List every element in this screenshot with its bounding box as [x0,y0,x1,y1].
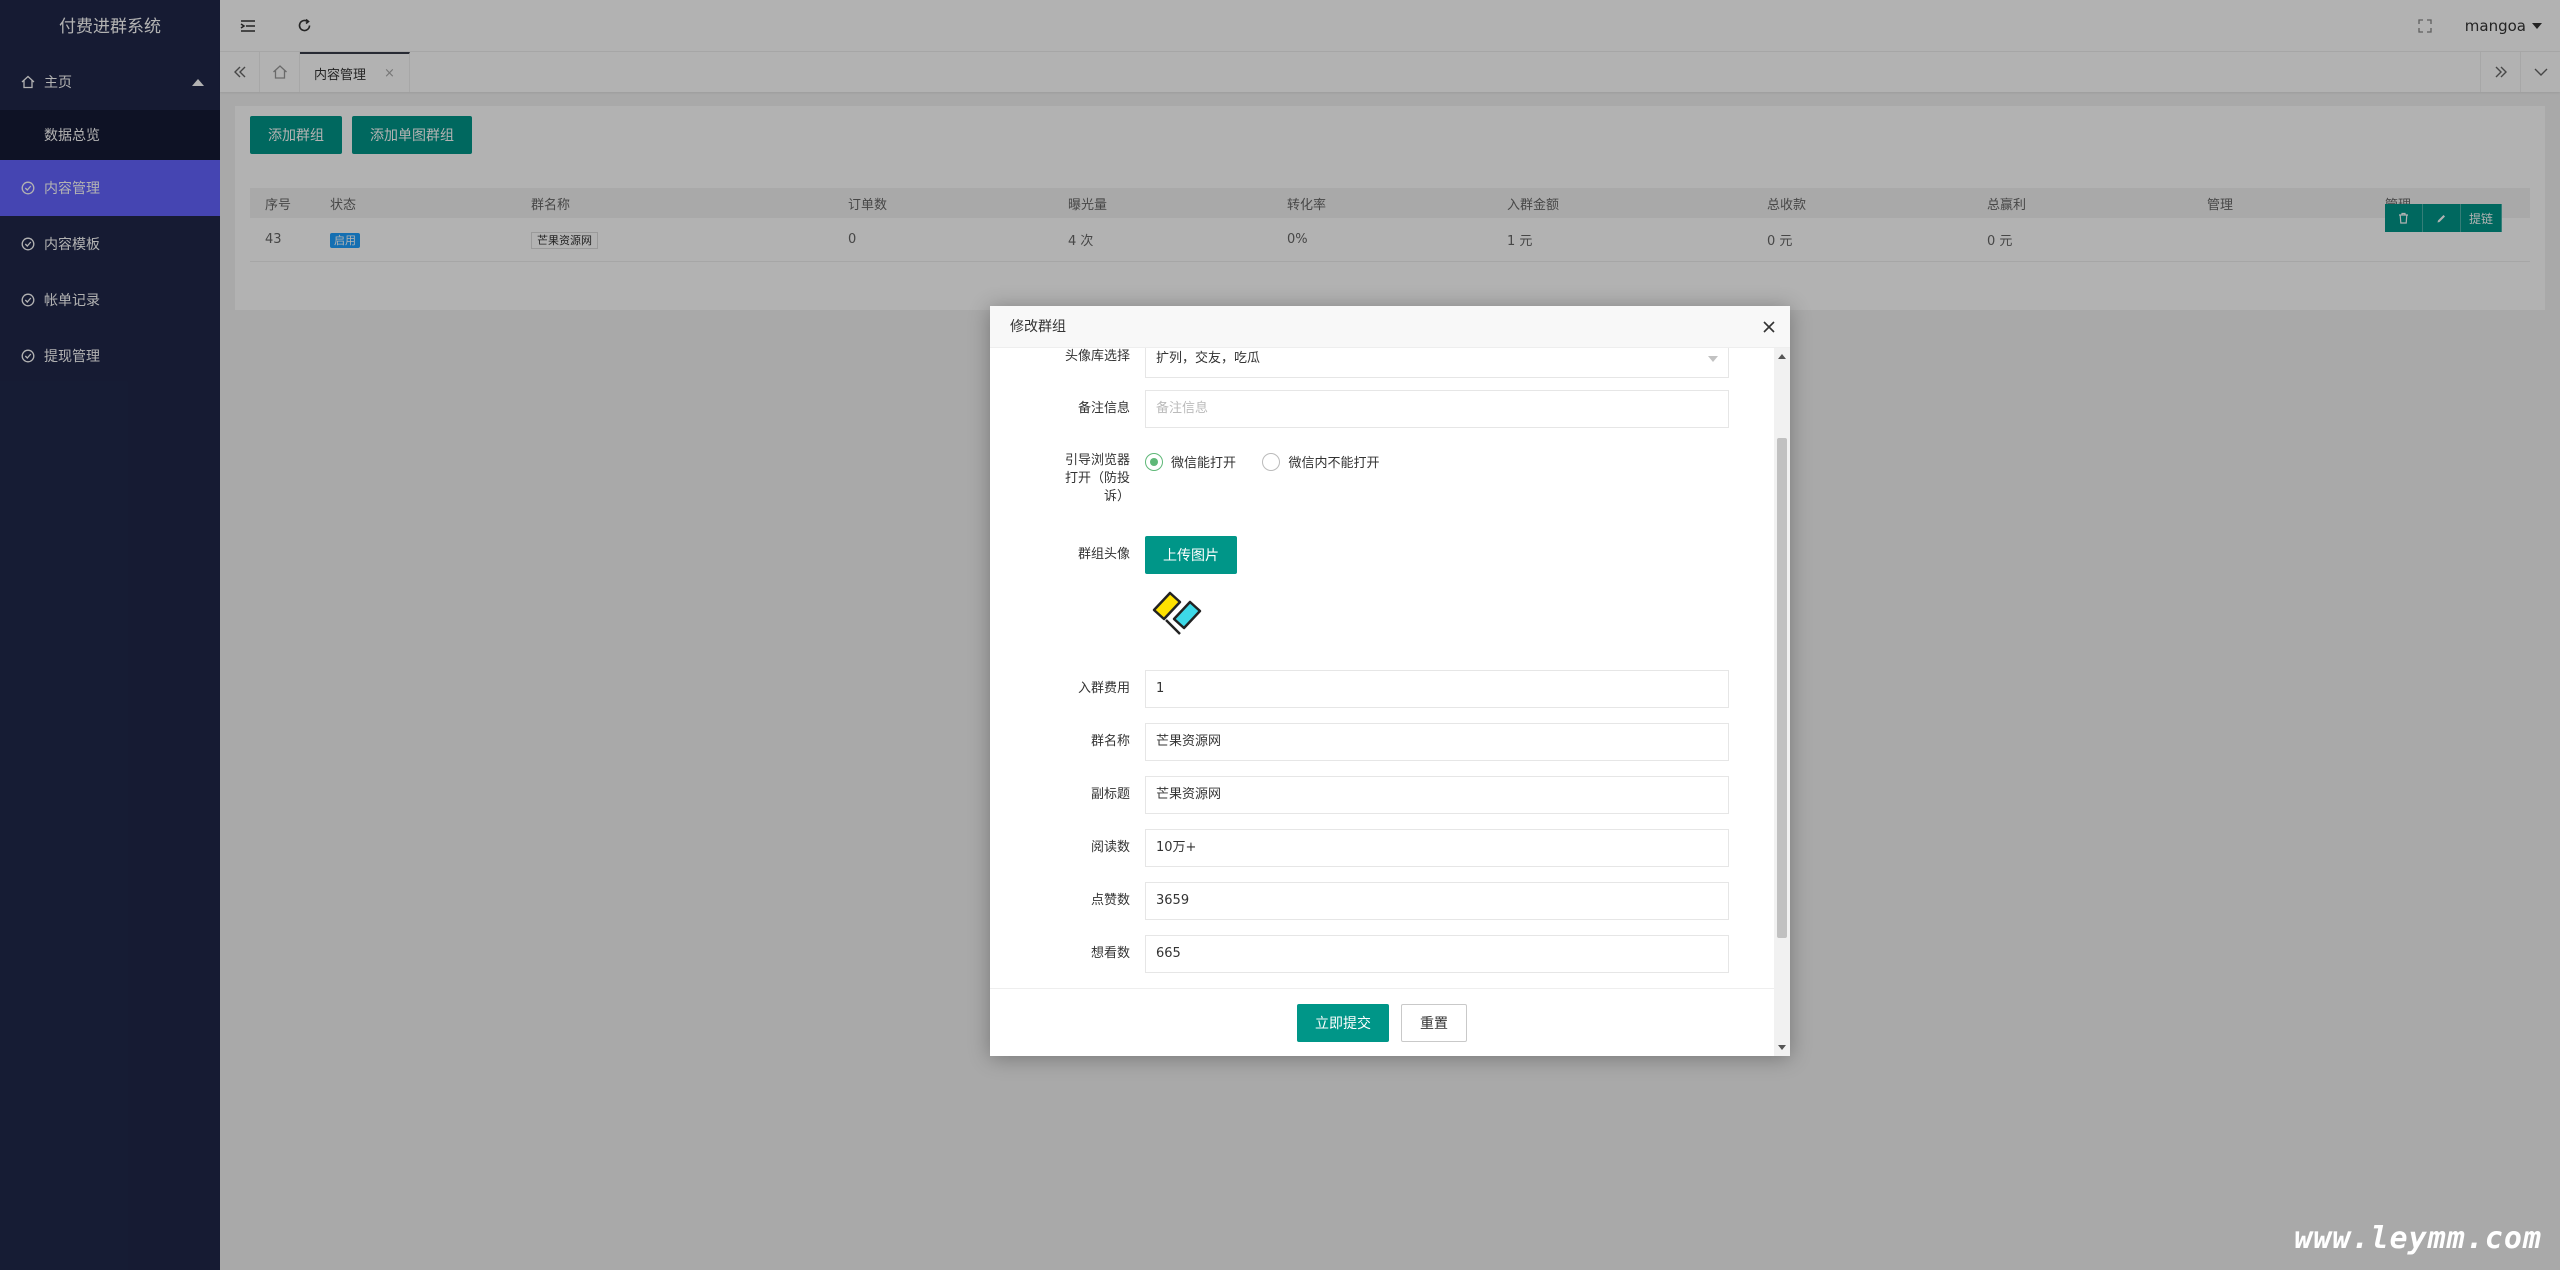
form-row-name: 群名称 芒果资源网 [990,723,1774,761]
modal-form: 头像库选择 扩列，交友，吃瓜 备注信息 备注信息 引导浏览器 打开（防投 诉） … [990,348,1774,988]
avatar-preview-image [1150,590,1204,646]
subtitle-input[interactable]: 芒果资源网 [1145,776,1729,814]
close-icon[interactable] [1762,306,1776,348]
form-row-reads: 阅读数 10万+ [990,829,1774,867]
avatar-lib-select[interactable]: 扩列，交友，吃瓜 [1145,348,1729,378]
edit-group-modal: 修改群组 头像库选择 扩列，交友，吃瓜 备注信息 备注信息 引导浏览器 打开（防… [990,306,1790,1056]
modal-title: 修改群组 [990,306,1790,348]
form-row-guide-browser: 引导浏览器 打开（防投 诉） 微信能打开 微信内不能打开 [990,452,1774,512]
fee-label: 入群费用 [1077,681,1130,696]
guide-label-line: 打开（防投 [1064,471,1130,486]
remark-input[interactable]: 备注信息 [1145,390,1729,428]
chevron-down-icon [1708,356,1718,362]
wants-input[interactable]: 665 [1145,935,1729,973]
form-row-subtitle: 副标题 芒果资源网 [990,776,1774,814]
form-row-avatar-lib: 头像库选择 扩列，交友，吃瓜 [990,348,1774,378]
reads-input[interactable]: 10万+ [1145,829,1729,867]
watermark-text: www.leymm.com [2294,1221,2542,1256]
reset-button[interactable]: 重置 [1401,1003,1467,1042]
scroll-down-icon[interactable] [1778,1045,1786,1050]
upload-image-button[interactable]: 上传图片 [1145,536,1237,574]
group-avatar-label: 群组头像 [1077,547,1130,562]
radio-circle [1262,452,1281,471]
name-input[interactable]: 芒果资源网 [1145,723,1729,761]
avatar-lib-label: 头像库选择 [1064,349,1130,364]
remark-label: 备注信息 [1077,401,1130,416]
guide-label-line: 诉） [1103,489,1130,504]
radio-circle [1145,452,1163,471]
modal-scrollbar[interactable] [1774,348,1790,1056]
modal-footer: 立即提交 重置 [990,988,1774,1056]
subtitle-label: 副标题 [1090,787,1130,802]
scroll-thumb[interactable] [1777,438,1787,938]
radio-wechat-cannot-open[interactable]: 微信内不能打开 [1262,452,1379,471]
submit-button[interactable]: 立即提交 [1297,1003,1389,1042]
reads-label: 阅读数 [1090,840,1130,855]
fee-input[interactable]: 1 [1145,670,1729,708]
radio-label: 微信能打开 [1171,456,1237,471]
wants-label: 想看数 [1090,946,1130,961]
likes-input[interactable]: 3659 [1145,882,1729,920]
likes-label: 点赞数 [1090,893,1130,908]
radio-label: 微信内不能打开 [1288,456,1380,471]
name-label: 群名称 [1090,734,1130,749]
radio-wechat-can-open[interactable]: 微信能打开 [1145,452,1236,471]
scroll-up-icon[interactable] [1778,354,1786,359]
form-row-likes: 点赞数 3659 [990,882,1774,920]
guide-label-line: 引导浏览器 [1064,453,1130,468]
modal-title-text: 修改群组 [1010,319,1066,335]
form-row-wants: 想看数 665 [990,935,1774,973]
avatar-lib-value: 扩列，交友，吃瓜 [1156,351,1261,366]
form-row-group-avatar: 群组头像 上传图片 [990,536,1774,656]
form-row-fee: 入群费用 1 [990,670,1774,708]
guide-browser-label: 引导浏览器 打开（防投 诉） [990,452,1130,506]
form-row-remark: 备注信息 备注信息 [990,390,1774,428]
